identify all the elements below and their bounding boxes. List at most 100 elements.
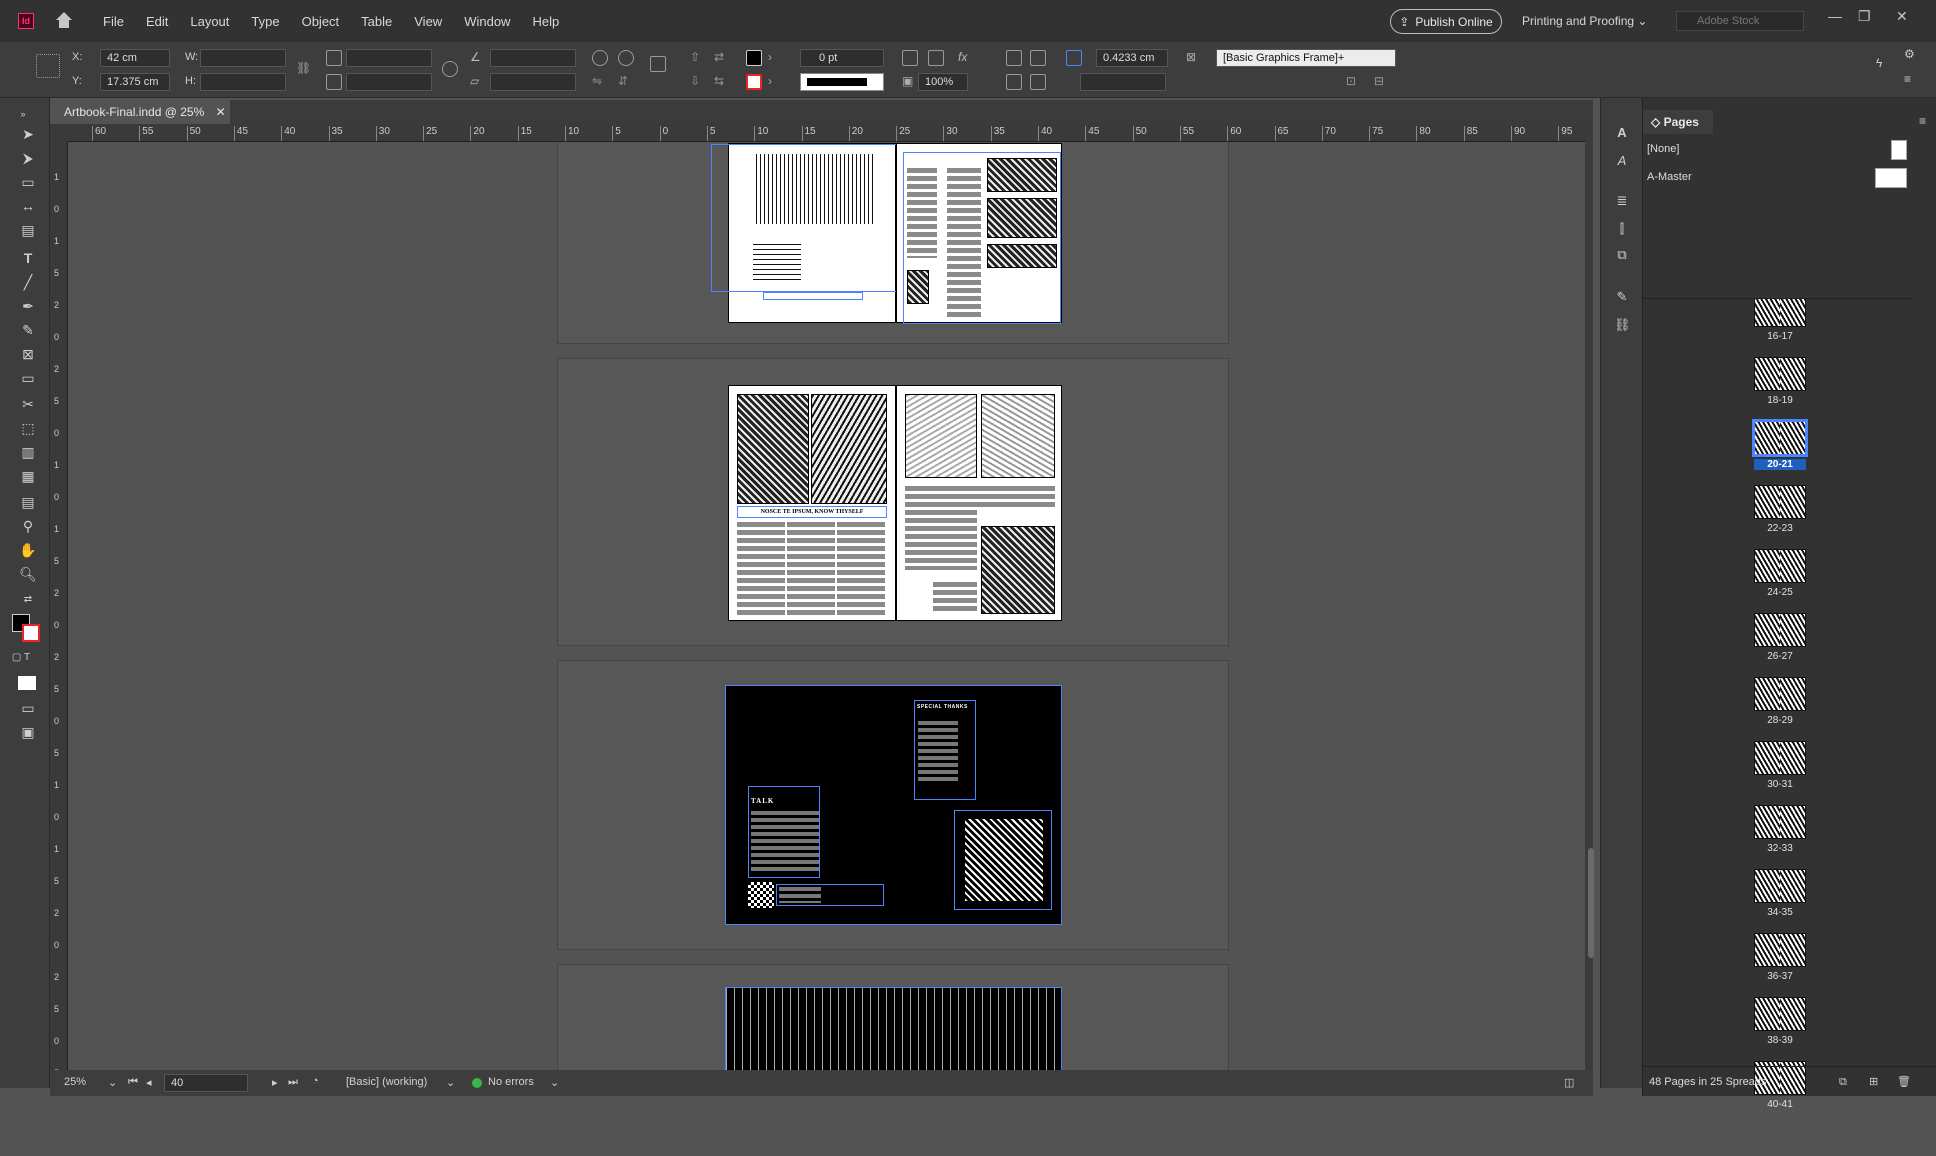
spread-label[interactable]: 34-35 — [1754, 907, 1806, 918]
note-tool-icon[interactable]: ▤ — [17, 492, 39, 512]
text-block[interactable] — [905, 486, 1055, 508]
quick-actions-icon[interactable]: ϟ — [1876, 56, 1892, 72]
effects-icon[interactable]: fx — [958, 50, 974, 66]
illustration[interactable] — [905, 394, 977, 478]
spread-thumbnail[interactable] — [1754, 741, 1806, 775]
delete-page-icon[interactable]: 🗑︎ — [1897, 1067, 1911, 1097]
preflight-status[interactable]: No errors — [488, 1076, 534, 1088]
menu-item[interactable]: Object — [291, 14, 351, 29]
spread-thumbnail[interactable] — [1754, 613, 1806, 647]
credit-frame[interactable] — [776, 884, 884, 906]
text-frame[interactable] — [903, 152, 1061, 324]
page-left[interactable]: NOSCE TE IPSUM, KNOW THYSELF — [728, 385, 896, 621]
spread-thumbnail[interactable] — [1754, 677, 1806, 711]
caption-frame[interactable] — [763, 292, 863, 300]
pages-list[interactable]: 16-17 18-19 20-21 22-23 24-25 26-27 28-29 30-31… — [1643, 298, 1913, 1156]
rotate-cw-icon[interactable] — [592, 50, 608, 66]
previous-page-icon[interactable]: ◂ — [146, 1076, 152, 1089]
reference-point-icon[interactable] — [36, 54, 60, 78]
link-scale-icon[interactable] — [442, 61, 458, 77]
text-wrap-box-icon[interactable] — [1030, 50, 1046, 66]
text-wrap-select[interactable] — [1080, 73, 1166, 91]
stroke-type-select[interactable] — [800, 73, 884, 91]
text-wrap-shape-icon[interactable] — [1006, 74, 1022, 90]
spread-thumbnail[interactable] — [1754, 357, 1806, 391]
text-wrap-icon[interactable]: ≣ — [1614, 194, 1630, 208]
fitting-frame-icon[interactable] — [902, 50, 918, 66]
page-right[interactable] — [896, 385, 1062, 621]
horizontal-ruler[interactable]: 60 55 50 45 40 35 30 25 20 15 10 5 0 5 10 15 20 25 30 35 40 4… — [68, 124, 1585, 142]
illustration[interactable] — [737, 394, 809, 504]
settings-gear-icon[interactable]: ⚙ — [1904, 47, 1920, 63]
illustration-frame[interactable] — [954, 810, 1052, 910]
collapse-icon[interactable]: » — [12, 104, 34, 124]
menu-item[interactable]: View — [403, 14, 453, 29]
thanks-frame[interactable]: SPECIAL THANKS — [914, 700, 976, 800]
page-right[interactable] — [896, 143, 1062, 324]
split-window-icon[interactable]: ◫ — [1564, 1076, 1574, 1089]
page-left[interactable] — [711, 143, 897, 323]
auto-fit-icon[interactable] — [1066, 50, 1082, 66]
selection-tool-icon[interactable]: ➤ — [17, 124, 39, 144]
master-a[interactable]: A-Master — [1643, 164, 1913, 190]
cc-libraries-icon[interactable]: ✎ — [1614, 290, 1630, 304]
scissors-tool-icon[interactable]: ✂ — [17, 394, 39, 414]
shear-field[interactable] — [490, 73, 576, 91]
spread-thumbnail[interactable] — [1754, 485, 1806, 519]
gradient-swatch-tool-icon[interactable]: ▥ — [17, 442, 39, 462]
stroke-swatch[interactable] — [746, 74, 762, 90]
preflight-icon[interactable]: ◔ — [312, 1075, 319, 1087]
eyedropper-tool-icon[interactable]: ⚲ — [17, 516, 39, 536]
clear-overrides-icon[interactable]: ⊡ — [1346, 74, 1362, 90]
restore-icon[interactable]: ❐ — [1858, 8, 1871, 25]
close-tab-icon[interactable]: ✕ — [216, 105, 226, 119]
spread-thumbnail[interactable] — [1754, 805, 1806, 839]
talk-frame[interactable]: TALK — [748, 786, 820, 878]
menu-item[interactable]: File — [92, 14, 135, 29]
scale-x-field[interactable] — [346, 49, 432, 67]
page-tool-icon[interactable]: ▭ — [17, 172, 39, 192]
qr-code[interactable] — [748, 882, 774, 908]
library-illustration[interactable] — [726, 988, 1061, 1070]
page-spread-library[interactable] — [725, 987, 1062, 1070]
spread-thumbnail[interactable] — [1754, 869, 1806, 903]
spread-thumbnail[interactable] — [1754, 549, 1806, 583]
spread-20-21[interactable]: NOSCE TE IPSUM, KNOW THYSELF — [557, 358, 1229, 646]
gradient-feather-tool-icon[interactable]: ▦ — [17, 466, 39, 486]
object-style-select[interactable]: [Basic Graphics Frame]+ — [1216, 49, 1396, 67]
spread-label[interactable]: 38-39 — [1754, 1035, 1806, 1046]
flip-vertical-icon[interactable]: ⇵ — [618, 74, 634, 90]
text-wrap-none-icon[interactable] — [1006, 50, 1022, 66]
rotate-ccw-icon[interactable] — [618, 50, 634, 66]
select-content-icon[interactable]: ⇄ — [714, 50, 730, 66]
flip-horizontal-icon[interactable]: ⇋ — [592, 74, 608, 90]
pencil-tool-icon[interactable]: ✎ — [17, 320, 39, 340]
vertical-ruler[interactable]: 10152025010152025051015202505 — [50, 142, 68, 1070]
panel-menu-icon[interactable]: ≡ — [1919, 114, 1926, 128]
spread-thumbnail[interactable] — [1754, 299, 1806, 327]
select-previous-icon[interactable]: ⇩ — [690, 74, 706, 90]
home-icon[interactable] — [54, 12, 74, 30]
menu-item[interactable]: Table — [350, 14, 403, 29]
tab-pages[interactable]: ◇ Pages — [1643, 110, 1713, 134]
illustration[interactable] — [965, 819, 1043, 901]
illustration[interactable] — [981, 526, 1055, 614]
spread-thumbnail[interactable] — [1752, 419, 1808, 457]
spread-label[interactable]: 22-23 — [1754, 523, 1806, 534]
spread-label[interactable]: 26-27 — [1754, 651, 1806, 662]
page-number-field[interactable]: 40 — [164, 1074, 248, 1092]
page-spread-black[interactable]: SPECIAL THANKS TALK — [725, 685, 1062, 925]
constrain-proportions-icon[interactable]: ⛓ — [296, 61, 312, 77]
ruler-origin[interactable] — [50, 124, 68, 142]
text-block[interactable] — [905, 510, 977, 570]
zoom-select[interactable]: 25% — [64, 1076, 86, 1088]
text-column[interactable] — [787, 522, 835, 616]
fill-swatch[interactable] — [746, 50, 762, 66]
last-page-icon[interactable]: ⏭ — [288, 1076, 298, 1089]
text-column[interactable] — [737, 522, 785, 616]
spread-label[interactable]: 28-29 — [1754, 715, 1806, 726]
formatting-container-icon[interactable]: ▢ T — [10, 648, 32, 668]
swap-colors-icon[interactable]: ⇄ — [17, 590, 39, 610]
tab-artbook[interactable]: Artbook-Final.indd @ 25% ✕ — [50, 100, 230, 124]
document-canvas[interactable]: NOSCE TE IPSUM, KNOW THYSELF SPECIAL THA… — [68, 142, 1585, 1070]
